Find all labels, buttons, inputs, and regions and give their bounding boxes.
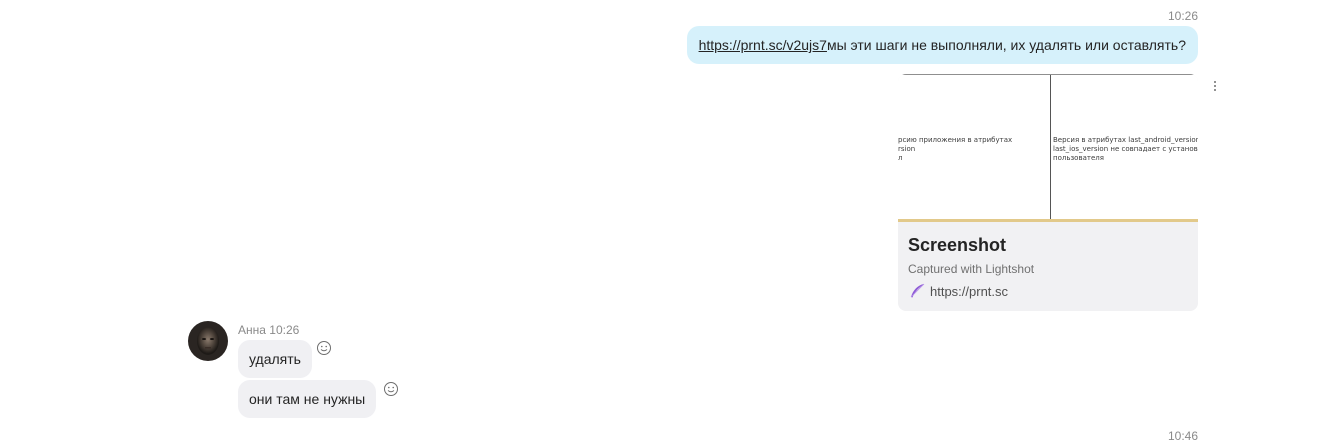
feather-icon: [910, 283, 925, 298]
preview-image-border: [898, 219, 1198, 222]
preview-site-url: https://prnt.sc: [930, 283, 1009, 299]
timestamp-top: 10:26: [1167, 9, 1198, 23]
preview-site-link[interactable]: https://prnt.sc: [908, 282, 1008, 300]
preview-title: Screenshot: [908, 235, 1007, 255]
preview-subtitle: Captured with Lightshot: [908, 262, 1035, 276]
sender-timestamp: 10:26: [269, 323, 300, 337]
preview-image-right-text: Версия в атрибутах last_android_version …: [1053, 136, 1198, 162]
message-text: мы эти шаги не выполняли, их удалять или…: [826, 37, 1186, 53]
preview-image-divider: [1050, 75, 1051, 220]
link-preview-card[interactable]: рсию приложения в атрибутах rsion л Верс…: [898, 74, 1198, 311]
timestamp-bottom: 10:46: [1167, 429, 1198, 443]
message-link[interactable]: https://prnt.sc/v2ujs7: [699, 37, 827, 53]
preview-image-left-text: рсию приложения в атрибутах rsion л: [898, 136, 1013, 162]
incoming-message-bubble[interactable]: они там не нужны: [238, 380, 377, 418]
sender-name: Анна: [238, 323, 266, 337]
incoming-message-bubble[interactable]: удалять: [238, 340, 312, 378]
smiley-icon[interactable]: [316, 340, 332, 356]
avatar[interactable]: [188, 321, 228, 361]
more-vertical-icon[interactable]: [1211, 78, 1219, 94]
smiley-icon[interactable]: [383, 381, 399, 397]
preview-image[interactable]: рсию приложения в атрибутах rsion л Верс…: [898, 74, 1198, 222]
sender-line: Анна 10:26: [238, 323, 299, 337]
outgoing-message-bubble[interactable]: https://prnt.sc/v2ujs7 мы эти шаги не вы…: [686, 26, 1198, 64]
